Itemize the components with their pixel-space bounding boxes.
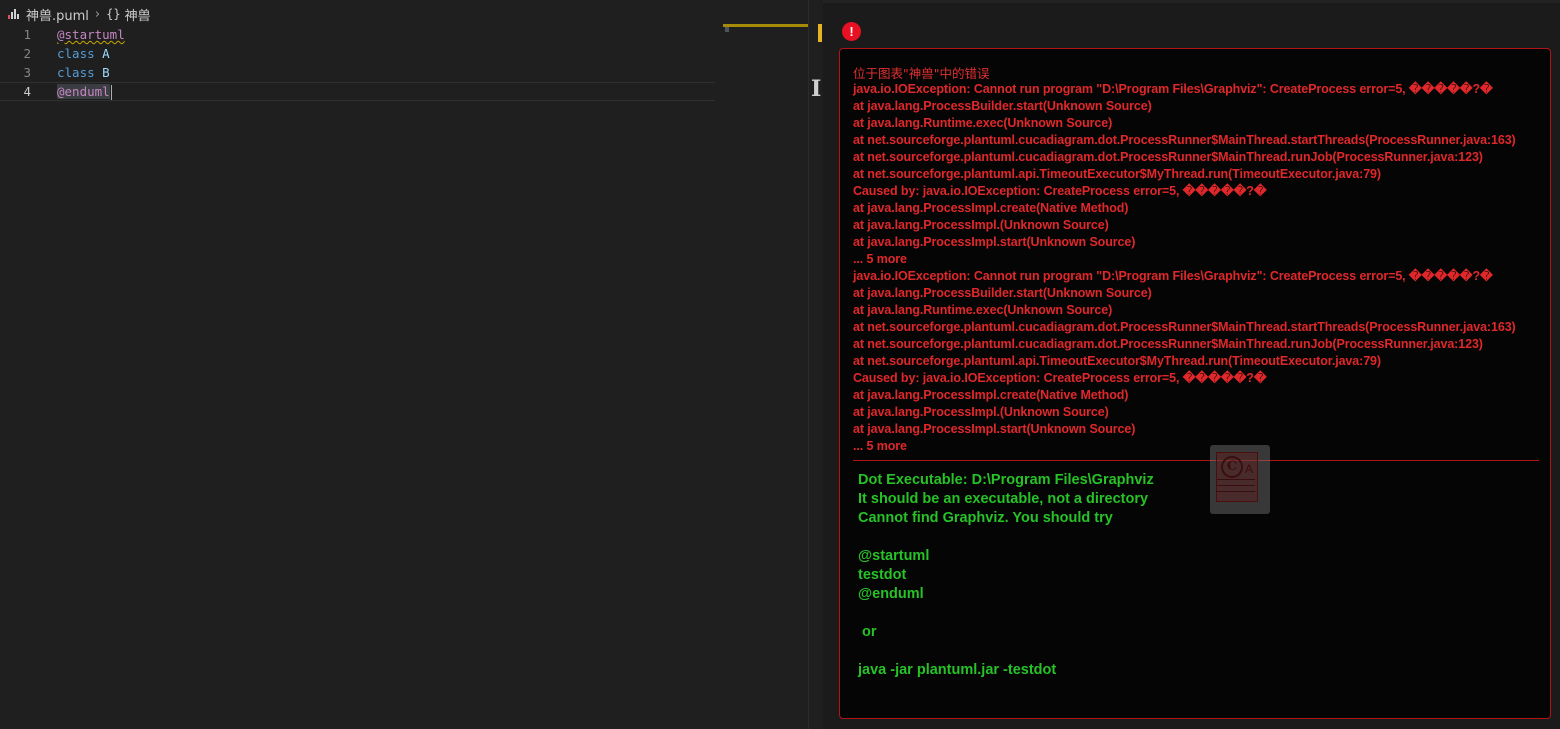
stack-trace: java.io.IOException: Cannot run program …: [853, 81, 1516, 455]
chevron-right-icon: ›: [94, 6, 101, 22]
stack-trace-line: at java.lang.ProcessImpl.create(Native M…: [853, 388, 1129, 402]
breadcrumb: 神兽.puml › {} 神兽: [0, 0, 822, 28]
stack-trace-line: at java.lang.ProcessImpl.create(Native M…: [853, 201, 1129, 215]
text-cursor: [110, 85, 112, 100]
divider: [853, 460, 1539, 461]
stack-trace-line: Caused by: java.io.IOException: CreatePr…: [853, 371, 1267, 385]
stack-trace-line: at java.lang.ProcessBuilder.start(Unknow…: [853, 286, 1152, 300]
help-line: [858, 604, 1154, 623]
code-token: @enduml: [57, 84, 110, 99]
code-line-active[interactable]: 4 @enduml: [0, 82, 715, 101]
error-icon: !: [842, 22, 861, 41]
editor-pane[interactable]: 神兽.puml › {} 神兽 1 @startuml 2 class A 3 …: [0, 0, 822, 729]
code-token: class: [57, 65, 95, 80]
divider: [1217, 485, 1255, 486]
stack-trace-line: ... 5 more: [853, 252, 907, 266]
preview-pane[interactable]: ! 位于图表"神兽"中的错误 java.io.IOException: Cann…: [823, 0, 1560, 729]
help-line: java -jar plantuml.jar -testdot: [858, 662, 1057, 678]
help-line: [858, 642, 1154, 661]
badge-letter: A: [1245, 462, 1254, 476]
stack-trace-line: at java.lang.ProcessImpl.(Unknown Source…: [853, 218, 1109, 232]
code-line[interactable]: 3 class B: [0, 63, 715, 82]
code-line[interactable]: 1 @startuml: [0, 25, 715, 44]
code-token: A: [102, 46, 110, 61]
code-area[interactable]: 1 @startuml 2 class A 3 class B 4 @endum…: [0, 25, 715, 101]
stack-trace-line: at java.lang.Runtime.exec(Unknown Source…: [853, 303, 1113, 317]
error-title: 位于图表"神兽"中的错误: [853, 66, 990, 81]
i-beam-cursor-icon: I: [811, 76, 822, 102]
editor-scrollbar-track[interactable]: [808, 0, 809, 729]
help-line: or: [858, 624, 877, 640]
code-line[interactable]: 2 class A: [0, 44, 715, 63]
line-number: 2: [23, 46, 31, 61]
stack-trace-line: java.io.IOException: Cannot run program …: [853, 269, 1493, 283]
help-line: [858, 528, 1154, 547]
minimap[interactable]: [723, 24, 809, 34]
help-line: Dot Executable: D:\Program Files\Graphvi…: [858, 472, 1154, 488]
stack-trace-line: at net.sourceforge.plantuml.api.TimeoutE…: [853, 354, 1381, 368]
help-line: Cannot find Graphviz. You should try: [858, 510, 1113, 526]
error-panel: 位于图表"神兽"中的错误 java.io.IOException: Cannot…: [839, 48, 1551, 719]
symbol-braces-icon: {}: [106, 7, 121, 21]
minimap-lines: [725, 27, 729, 32]
help-line: testdot: [858, 567, 907, 583]
code-token: class: [57, 46, 95, 61]
divider: [1217, 491, 1255, 492]
code-token: B: [102, 65, 110, 80]
help-line: @startuml: [858, 548, 930, 564]
help-line: @enduml: [858, 586, 924, 602]
stack-trace-line: at java.lang.ProcessImpl.start(Unknown S…: [853, 422, 1136, 436]
stack-trace-line: at java.lang.ProcessBuilder.start(Unknow…: [853, 99, 1152, 113]
code-token: @startuml: [57, 27, 125, 42]
breadcrumb-file[interactable]: 神兽.puml: [26, 5, 89, 24]
help-line: It should be an executable, not a direct…: [858, 491, 1149, 507]
preview-header: [823, 0, 1560, 3]
stack-trace-line: at net.sourceforge.plantuml.cucadiagram.…: [853, 133, 1516, 147]
class-circle-icon: C: [1221, 456, 1243, 478]
stack-trace-line: ... 5 more: [853, 439, 907, 453]
stack-trace-line: Caused by: java.io.IOException: CreatePr…: [853, 184, 1267, 198]
stack-trace-line: at java.lang.ProcessImpl.(Unknown Source…: [853, 405, 1109, 419]
stack-trace-line: at net.sourceforge.plantuml.api.TimeoutE…: [853, 167, 1381, 181]
line-number: 4: [23, 84, 31, 99]
stack-trace-line: at net.sourceforge.plantuml.cucadiagram.…: [853, 320, 1516, 334]
line-number: 3: [23, 65, 31, 80]
stack-trace-line: at net.sourceforge.plantuml.cucadiagram.…: [853, 150, 1483, 164]
overview-ruler-marker: [818, 24, 822, 42]
graphviz-help: Dot Executable: D:\Program Files\Graphvi…: [858, 471, 1154, 680]
divider: [1217, 479, 1255, 480]
stack-trace-line: at net.sourceforge.plantuml.cucadiagram.…: [853, 337, 1483, 351]
stack-trace-line: java.io.IOException: Cannot run program …: [853, 82, 1493, 96]
puml-file-icon: [8, 8, 22, 20]
stack-trace-line: at java.lang.Runtime.exec(Unknown Source…: [853, 116, 1113, 130]
breadcrumb-symbol[interactable]: 神兽: [125, 5, 151, 24]
minimap-slider[interactable]: [723, 24, 809, 27]
line-number: 1: [23, 27, 31, 42]
class-diagram-badge-icon[interactable]: C A: [1210, 445, 1270, 514]
stack-trace-line: at java.lang.ProcessImpl.start(Unknown S…: [853, 235, 1136, 249]
